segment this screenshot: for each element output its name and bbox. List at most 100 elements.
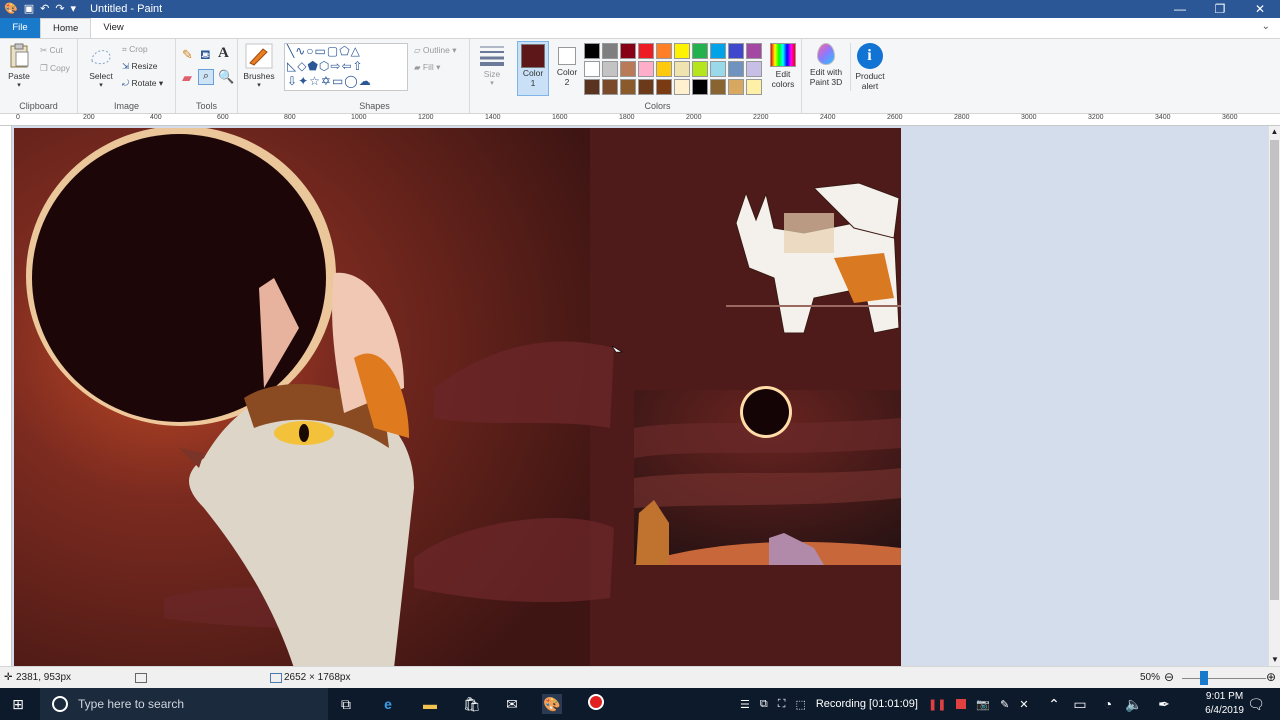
- palette-swatch[interactable]: [710, 43, 726, 59]
- redo-icon[interactable]: ↷: [55, 2, 64, 16]
- palette-swatch[interactable]: [728, 61, 744, 77]
- edge-browser-icon[interactable]: e: [378, 694, 398, 714]
- fill-button[interactable]: ▰ Fill ▾: [414, 62, 440, 73]
- task-view-icon[interactable]: ⧉: [336, 694, 356, 714]
- palette-swatch[interactable]: [656, 61, 672, 77]
- pentagon-shape-icon[interactable]: ⬟: [307, 59, 318, 73]
- hexagon-shape-icon[interactable]: ⬡: [319, 59, 330, 73]
- volume-icon[interactable]: 🔈: [1124, 694, 1144, 714]
- magnifier-icon[interactable]: 🔍: [218, 69, 234, 85]
- curve-shape-icon[interactable]: ∿: [295, 44, 306, 58]
- line-shape-icon[interactable]: ╲: [287, 44, 295, 58]
- tab-view[interactable]: View: [91, 18, 135, 38]
- window-mode-icon[interactable]: ⧉: [760, 698, 768, 711]
- select-dropdown-icon[interactable]: ▾: [84, 81, 118, 89]
- palette-swatch[interactable]: [656, 79, 672, 95]
- pause-icon[interactable]: ❚❚: [928, 698, 946, 711]
- edit-with-paint3d-button[interactable]: Edit with Paint 3D: [806, 43, 846, 87]
- store-icon[interactable]: 🛍: [462, 694, 482, 714]
- text-tool-icon[interactable]: A: [218, 45, 229, 62]
- palette-swatch[interactable]: [674, 43, 690, 59]
- edit-colors-button[interactable]: Edit colors: [766, 43, 800, 89]
- oval-shape-icon[interactable]: ○: [306, 44, 314, 58]
- callout-shape-icon[interactable]: ▭: [332, 74, 344, 88]
- palette-swatch[interactable]: [710, 79, 726, 95]
- paste-dropdown-icon[interactable]: ▾: [4, 81, 34, 89]
- up-arrow-shape-icon[interactable]: ⇧: [353, 59, 364, 73]
- palette-swatch[interactable]: [584, 79, 600, 95]
- right-triangle-shape-icon[interactable]: ◺: [287, 59, 297, 73]
- color-picker-icon[interactable]: ⌕: [198, 69, 214, 85]
- oval-callout-shape-icon[interactable]: ◯: [344, 74, 358, 88]
- cloud-callout-shape-icon[interactable]: ☁: [359, 74, 372, 88]
- shapes-gallery[interactable]: ╲∿○▭▢⬠△ ◺◇⬟⬡⇨⇦⇧ ⇩✦☆✡▭◯☁: [284, 43, 408, 91]
- rotate-dropdown-icon[interactable]: ▾: [159, 78, 163, 88]
- size-dropdown-icon[interactable]: ▾: [476, 79, 508, 87]
- product-alert-button[interactable]: i Product alert: [850, 43, 888, 91]
- palette-swatch[interactable]: [638, 79, 654, 95]
- crop-button[interactable]: ⌗ Crop: [122, 44, 148, 55]
- paint-taskbar-icon[interactable]: 🎨: [542, 694, 562, 714]
- menu-icon[interactable]: ☰: [740, 698, 750, 711]
- rectangle-shape-icon[interactable]: ▭: [315, 44, 327, 58]
- palette-swatch[interactable]: [620, 43, 636, 59]
- fill-bucket-icon[interactable]: ⛾: [200, 47, 211, 65]
- close-button[interactable]: ✕: [1240, 0, 1280, 18]
- wifi-icon[interactable]: ◔: [1098, 694, 1118, 714]
- palette-swatch[interactable]: [728, 79, 744, 95]
- pen-icon[interactable]: ✎: [1000, 698, 1009, 711]
- close-recording-icon[interactable]: ✕: [1019, 698, 1028, 711]
- palette-swatch[interactable]: [584, 43, 600, 59]
- palette-swatch[interactable]: [584, 61, 600, 77]
- palette-swatch[interactable]: [746, 79, 762, 95]
- tab-file[interactable]: File: [0, 18, 40, 38]
- palette-swatch[interactable]: [620, 61, 636, 77]
- brushes-dropdown-icon[interactable]: ▾: [242, 81, 276, 89]
- paste-button[interactable]: Paste ▾: [4, 43, 34, 89]
- battery-icon[interactable]: ▭: [1070, 694, 1090, 714]
- copy-button[interactable]: ❐ Copy: [40, 63, 70, 74]
- palette-swatch[interactable]: [728, 43, 744, 59]
- four-point-star-shape-icon[interactable]: ✦: [298, 74, 309, 88]
- color2-button[interactable]: Color 2: [552, 41, 582, 96]
- brushes-button[interactable]: Brushes ▾: [242, 43, 276, 89]
- palette-swatch[interactable]: [710, 61, 726, 77]
- color1-button[interactable]: Color 1: [517, 41, 549, 96]
- palette-swatch[interactable]: [674, 79, 690, 95]
- pencil-icon[interactable]: ✎: [182, 47, 193, 63]
- pen-workspace-icon[interactable]: ✒: [1154, 694, 1174, 714]
- palette-swatch[interactable]: [674, 61, 690, 77]
- scroll-down-icon[interactable]: ▼: [1269, 654, 1280, 666]
- palette-swatch[interactable]: [746, 61, 762, 77]
- palette-swatch[interactable]: [602, 79, 618, 95]
- palette-swatch[interactable]: [692, 43, 708, 59]
- five-point-star-shape-icon[interactable]: ☆: [309, 74, 321, 88]
- save-icon[interactable]: ▣: [24, 2, 34, 16]
- maximize-button[interactable]: ❐: [1200, 0, 1240, 18]
- rotate-button[interactable]: ⤾ Rotate ▾: [122, 78, 163, 89]
- cut-button[interactable]: ✂ Cut: [40, 45, 63, 56]
- scroll-up-icon[interactable]: ▲: [1269, 126, 1280, 138]
- region-mode-icon[interactable]: ⛶: [778, 698, 786, 711]
- left-arrow-shape-icon[interactable]: ⇦: [341, 59, 352, 73]
- file-explorer-icon[interactable]: ▬: [420, 694, 440, 714]
- right-arrow-shape-icon[interactable]: ⇨: [330, 59, 341, 73]
- tab-home[interactable]: Home: [40, 18, 92, 38]
- clock[interactable]: 9:01 PM 6/4/2019: [1205, 690, 1244, 718]
- eraser-icon[interactable]: ▰: [182, 70, 192, 86]
- palette-swatch[interactable]: [602, 61, 618, 77]
- size-button[interactable]: Size ▾: [476, 43, 508, 87]
- ribbon-collapse-icon[interactable]: ⌄: [1262, 21, 1270, 32]
- camera-icon[interactable]: 📷: [976, 698, 990, 711]
- rounded-rectangle-shape-icon[interactable]: ▢: [327, 44, 339, 58]
- palette-swatch[interactable]: [638, 43, 654, 59]
- zoom-in-icon[interactable]: ⊕: [1266, 670, 1276, 684]
- record-app-icon[interactable]: [586, 694, 606, 714]
- show-hidden-icons[interactable]: ⌃: [1044, 694, 1064, 714]
- canvas-workspace[interactable]: [12, 126, 1268, 666]
- diamond-shape-icon[interactable]: ◇: [297, 59, 307, 73]
- zoom-slider[interactable]: [1182, 678, 1266, 679]
- taskbar-search[interactable]: Type here to search: [40, 688, 328, 720]
- fullscreen-mode-icon[interactable]: ⬚: [795, 698, 805, 711]
- palette-swatch[interactable]: [638, 61, 654, 77]
